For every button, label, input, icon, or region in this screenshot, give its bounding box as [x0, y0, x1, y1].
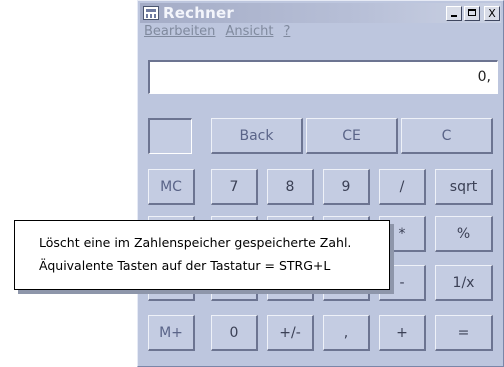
tooltip-line-1: Löscht eine im Zahlenspeicher gespeicher…: [39, 235, 352, 250]
divide-button[interactable]: /: [379, 169, 426, 205]
tooltip-line-2: Äquivalente Tasten auf der Tastatur = ST…: [39, 258, 331, 273]
menu-bar: Bearbeiten Ansicht ?: [144, 24, 290, 42]
sqrt-button[interactable]: sqrt: [435, 169, 493, 205]
digit-9-button[interactable]: 9: [323, 169, 370, 205]
help-tooltip: Löscht eine im Zahlenspeicher gespeicher…: [14, 220, 390, 290]
equals-button[interactable]: =: [435, 315, 493, 351]
minimize-button[interactable]: [446, 5, 462, 21]
calculator-window: Rechner X Bearbeiten Ansicht ? 0, Back C…: [137, 0, 504, 367]
result-display: 0,: [148, 60, 498, 94]
memory-indicator: [148, 118, 192, 154]
sign-toggle-button[interactable]: +/-: [267, 315, 314, 351]
ce-button[interactable]: CE: [306, 118, 398, 154]
close-button[interactable]: X: [484, 5, 500, 21]
percent-button[interactable]: %: [435, 216, 493, 252]
plus-button[interactable]: +: [379, 315, 426, 351]
reciprocal-button[interactable]: 1/x: [435, 265, 493, 301]
digit-7-button[interactable]: 7: [211, 169, 258, 205]
window-title: Rechner: [163, 4, 234, 22]
c-button[interactable]: C: [401, 118, 493, 154]
menu-help[interactable]: ?: [283, 24, 290, 42]
maximize-button[interactable]: [464, 5, 480, 21]
title-bar[interactable]: Rechner X: [140, 3, 501, 23]
menu-bearbeiten[interactable]: Bearbeiten: [144, 24, 215, 42]
digit-8-button[interactable]: 8: [267, 169, 314, 205]
mc-button[interactable]: MC: [148, 169, 195, 205]
decimal-button[interactable]: ,: [323, 315, 370, 351]
calculator-icon: [143, 6, 159, 20]
m-plus-button[interactable]: M+: [148, 315, 195, 351]
menu-ansicht[interactable]: Ansicht: [225, 24, 273, 42]
back-button[interactable]: Back: [211, 118, 303, 154]
digit-0-button[interactable]: 0: [211, 315, 258, 351]
